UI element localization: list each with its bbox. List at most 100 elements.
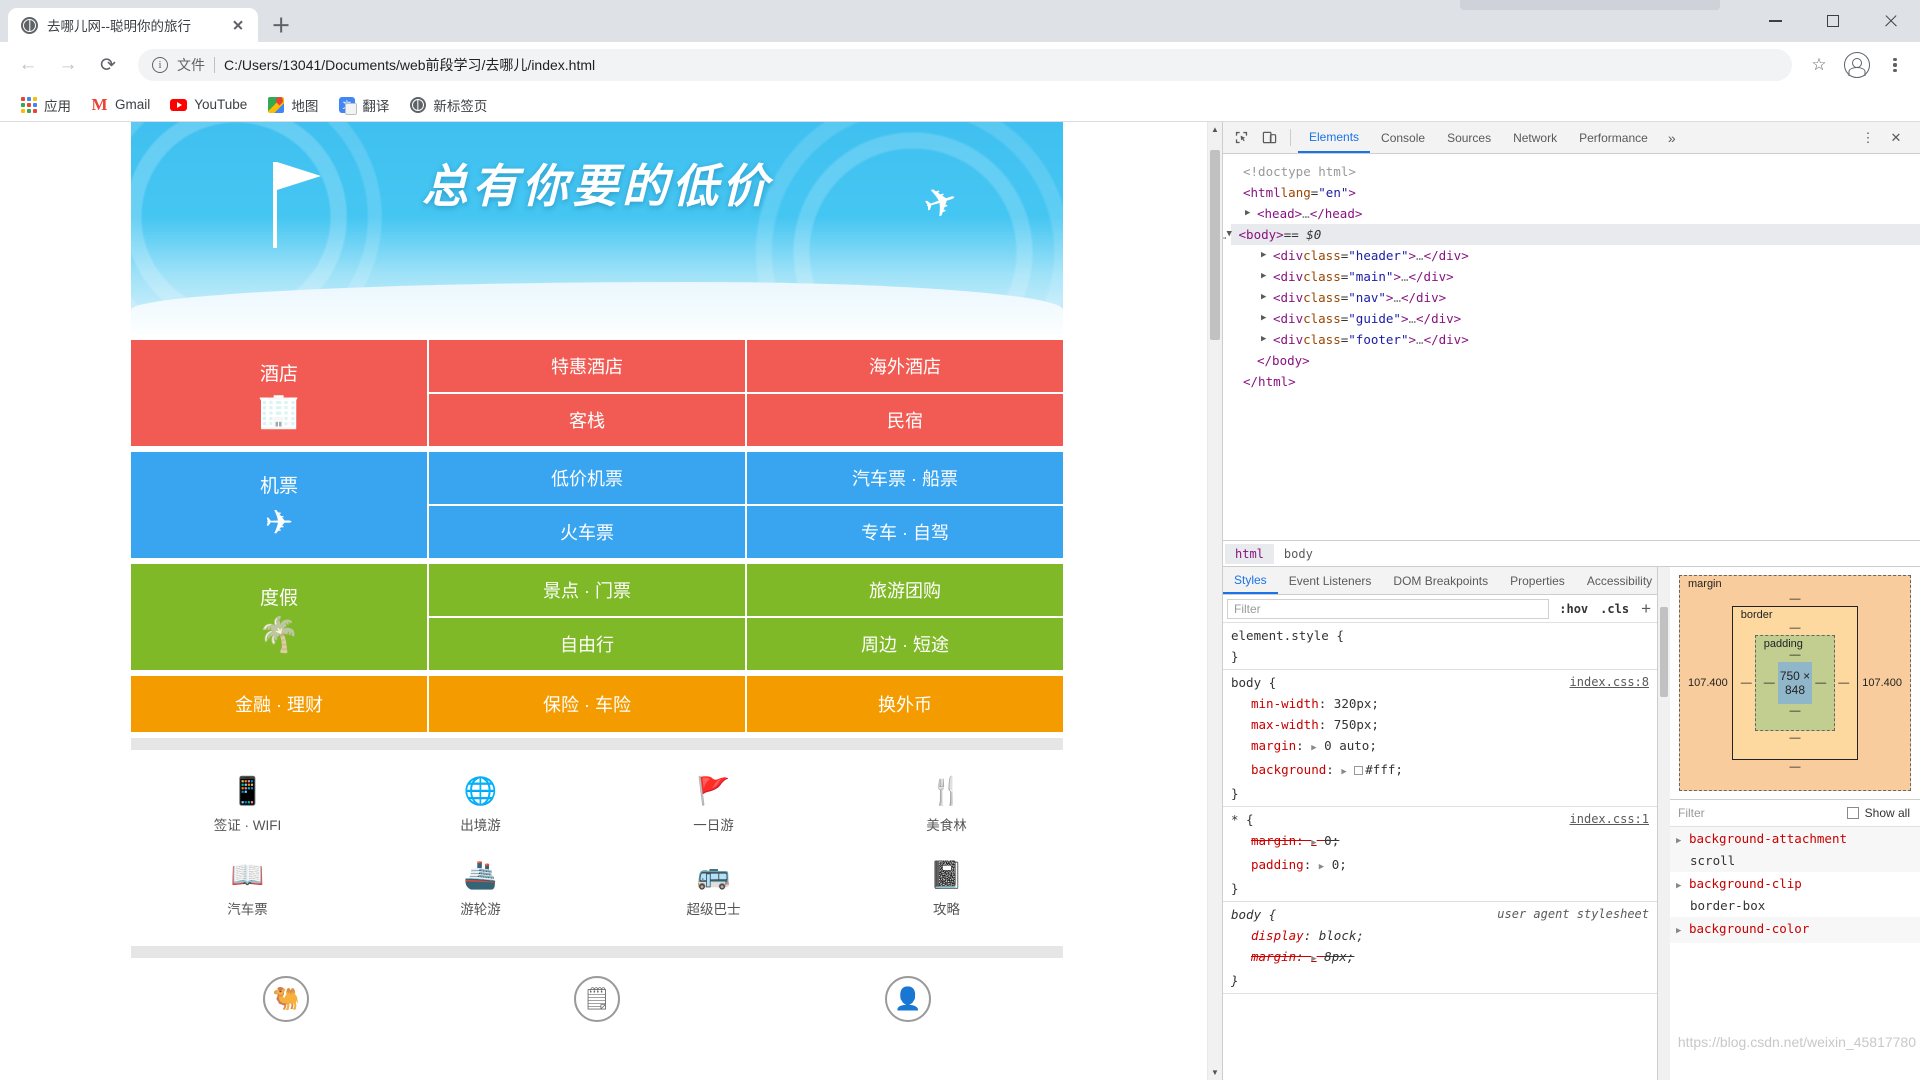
css-source-link[interactable]: index.css:8	[1570, 672, 1649, 693]
nav-cell[interactable]: 海外酒店	[745, 340, 1063, 392]
window-close-button[interactable]	[1862, 0, 1920, 42]
nav-cell[interactable]: 专车 · 自驾	[745, 506, 1063, 558]
expand-arrow-icon[interactable]: ▶	[1676, 926, 1681, 936]
expand-arrow-icon[interactable]: ▶	[1311, 838, 1316, 848]
more-tabs-icon[interactable]: »	[1659, 130, 1685, 146]
tab-performance[interactable]: Performance	[1568, 122, 1659, 153]
css-declaration[interactable]: margin: ▶ 0 auto;	[1231, 735, 1657, 759]
dom-node[interactable]: ▶ <div class = "header" >… </div>	[1231, 245, 1920, 266]
scroll-down-arrow[interactable]: ▼	[1208, 1065, 1222, 1080]
css-rule[interactable]: * {index.css:1 margin: ▶ 0; padding: ▶ 0;}	[1223, 807, 1657, 902]
css-rule[interactable]: body {user agent stylesheet display: bloc…	[1223, 902, 1657, 994]
dom-node[interactable]: ▶ <head>… </head>	[1231, 203, 1920, 224]
icon-item-visa-wifi[interactable]: 📱 签证 · WIFI	[131, 768, 364, 852]
nav-cell[interactable]: 周边 · 短途	[745, 618, 1063, 670]
tab-sources[interactable]: Sources	[1436, 122, 1502, 153]
page-vertical-scrollbar[interactable]: ▲ ▼	[1207, 122, 1222, 1080]
computed-property[interactable]: ▶ background-color	[1670, 917, 1920, 943]
icon-item-bus-ticket[interactable]: 📖 汽车票	[131, 852, 364, 936]
circle-item[interactable]: 🗒	[442, 976, 753, 1022]
nav-cell[interactable]: 民宿	[745, 394, 1063, 446]
bookmark-translate[interactable]: 文 翻译	[330, 91, 397, 119]
new-tab-button[interactable]	[264, 8, 298, 42]
inspect-element-icon[interactable]	[1227, 125, 1255, 151]
circle-item[interactable]: 👤	[752, 976, 1063, 1022]
expand-arrow-icon[interactable]: ▶	[1319, 862, 1324, 872]
css-rule[interactable]: element.style {}	[1223, 623, 1657, 670]
kebab-menu-icon[interactable]	[1880, 50, 1910, 80]
bookmark-youtube[interactable]: YouTube	[162, 92, 255, 117]
disclosure-triangle-icon[interactable]: ▶	[1261, 308, 1273, 329]
breadcrumb-item-body[interactable]: body	[1274, 544, 1323, 564]
devtools-close-icon[interactable]: ✕	[1882, 125, 1910, 151]
browser-tab[interactable]: 去哪儿网--聪明你的旅行	[8, 8, 258, 42]
devtools-settings-icon[interactable]: ⋮	[1854, 125, 1882, 151]
tab-properties[interactable]: Properties	[1499, 567, 1576, 594]
nav-cell[interactable]: 火车票	[429, 506, 745, 558]
dom-node[interactable]: </html>	[1231, 371, 1920, 392]
back-button[interactable]: ←	[10, 47, 46, 83]
nav-main-vacation[interactable]: 度假 🌴	[131, 564, 427, 670]
css-declaration[interactable]: min-width: 320px;	[1231, 693, 1657, 714]
dom-node[interactable]: <html lang = "en" >	[1231, 182, 1920, 203]
nav-cell[interactable]: 特惠酒店	[429, 340, 745, 392]
icon-item-daytour[interactable]: 🚩 一日游	[597, 768, 830, 852]
show-all-toggle[interactable]: Show all	[1846, 806, 1920, 820]
expand-arrow-icon[interactable]: ▶	[1311, 743, 1316, 753]
device-toolbar-icon[interactable]	[1255, 125, 1283, 151]
dom-node[interactable]: …▼<body> == $0	[1223, 224, 1920, 245]
icon-item-guide[interactable]: 📓 攻略	[830, 852, 1063, 936]
tab-event-listeners[interactable]: Event Listeners	[1278, 567, 1383, 594]
icon-item-superbus[interactable]: 🚌 超级巴士	[597, 852, 830, 936]
scroll-thumb[interactable]	[1210, 150, 1220, 340]
css-rules-list[interactable]: element.style {} body {index.css:8 min-wid…	[1223, 623, 1657, 1080]
dom-node[interactable]: <!doctype html>	[1231, 161, 1920, 182]
tab-dom-breakpoints[interactable]: DOM Breakpoints	[1382, 567, 1499, 594]
icon-item-outbound[interactable]: 🌐 出境游	[364, 768, 597, 852]
css-source-link[interactable]: index.css:1	[1570, 809, 1649, 830]
nav-cell[interactable]: 金融 · 理财	[131, 676, 427, 732]
disclosure-triangle-icon[interactable]: ▶	[1261, 266, 1273, 287]
css-declaration[interactable]: background: ▶ #fff;	[1231, 759, 1657, 783]
reload-button[interactable]: ⟳	[90, 47, 126, 83]
disclosure-triangle-icon[interactable]: ▼	[1227, 224, 1239, 245]
nav-cell[interactable]: 景点 · 门票	[429, 564, 745, 616]
scroll-up-arrow[interactable]: ▲	[1208, 122, 1222, 137]
computed-filter-input[interactable]: Filter	[1670, 806, 1847, 820]
close-icon[interactable]	[228, 15, 248, 35]
computed-property[interactable]: ▶ background-clip border-box	[1670, 872, 1920, 917]
bookmark-newtab[interactable]: 新标签页	[401, 91, 495, 119]
cls-toggle[interactable]: .cls	[1594, 602, 1635, 616]
tab-styles[interactable]: Styles	[1223, 567, 1278, 594]
hov-toggle[interactable]: :hov	[1553, 602, 1594, 616]
disclosure-triangle-icon[interactable]: ▶	[1261, 287, 1273, 308]
tab-network[interactable]: Network	[1502, 122, 1568, 153]
disclosure-triangle-icon[interactable]: ▶	[1245, 203, 1257, 224]
nav-cell[interactable]: 旅游团购	[745, 564, 1063, 616]
nav-main-flight[interactable]: 机票 ✈	[131, 452, 427, 558]
computed-properties-list[interactable]: ▶ background-attachment scroll ▶ backgroun…	[1670, 827, 1920, 1080]
minimize-button[interactable]	[1746, 0, 1804, 42]
disclosure-triangle-icon[interactable]: ▶	[1261, 245, 1273, 266]
dom-node[interactable]: ▶ <div class = "footer" >… </div>	[1231, 329, 1920, 350]
dom-tree[interactable]: <!doctype html> <html lang = "en" > ▶ <head>… <…	[1223, 154, 1920, 540]
tab-accessibility[interactable]: Accessibility	[1576, 567, 1657, 594]
nav-cell[interactable]: 保险 · 车险	[429, 676, 745, 732]
forward-button[interactable]: →	[50, 47, 86, 83]
dom-node[interactable]: </body>	[1231, 350, 1920, 371]
icon-item-cruise[interactable]: 🚢 游轮游	[364, 852, 597, 936]
css-declaration[interactable]: padding: ▶ 0;	[1231, 854, 1657, 878]
styles-filter-input[interactable]: Filter	[1227, 598, 1550, 619]
color-swatch[interactable]	[1354, 766, 1364, 775]
icon-item-food[interactable]: 🍴 美食林	[830, 768, 1063, 852]
expand-arrow-icon[interactable]: ▶	[1341, 767, 1346, 777]
nav-cell[interactable]: 客栈	[429, 394, 745, 446]
css-declaration[interactable]: max-width: 750px;	[1231, 714, 1657, 735]
new-style-rule-button[interactable]: +	[1635, 599, 1657, 619]
bookmark-apps[interactable]: 应用	[12, 91, 79, 119]
breadcrumb-item-html[interactable]: html	[1225, 543, 1274, 564]
dom-node[interactable]: ▶ <div class = "main" >… </div>	[1231, 266, 1920, 287]
css-declaration[interactable]: display: block;	[1231, 925, 1657, 946]
computed-property[interactable]: ▶ background-attachment scroll	[1670, 827, 1920, 872]
css-rule[interactable]: body {index.css:8 min-width: 320px; max-wi…	[1223, 670, 1657, 807]
